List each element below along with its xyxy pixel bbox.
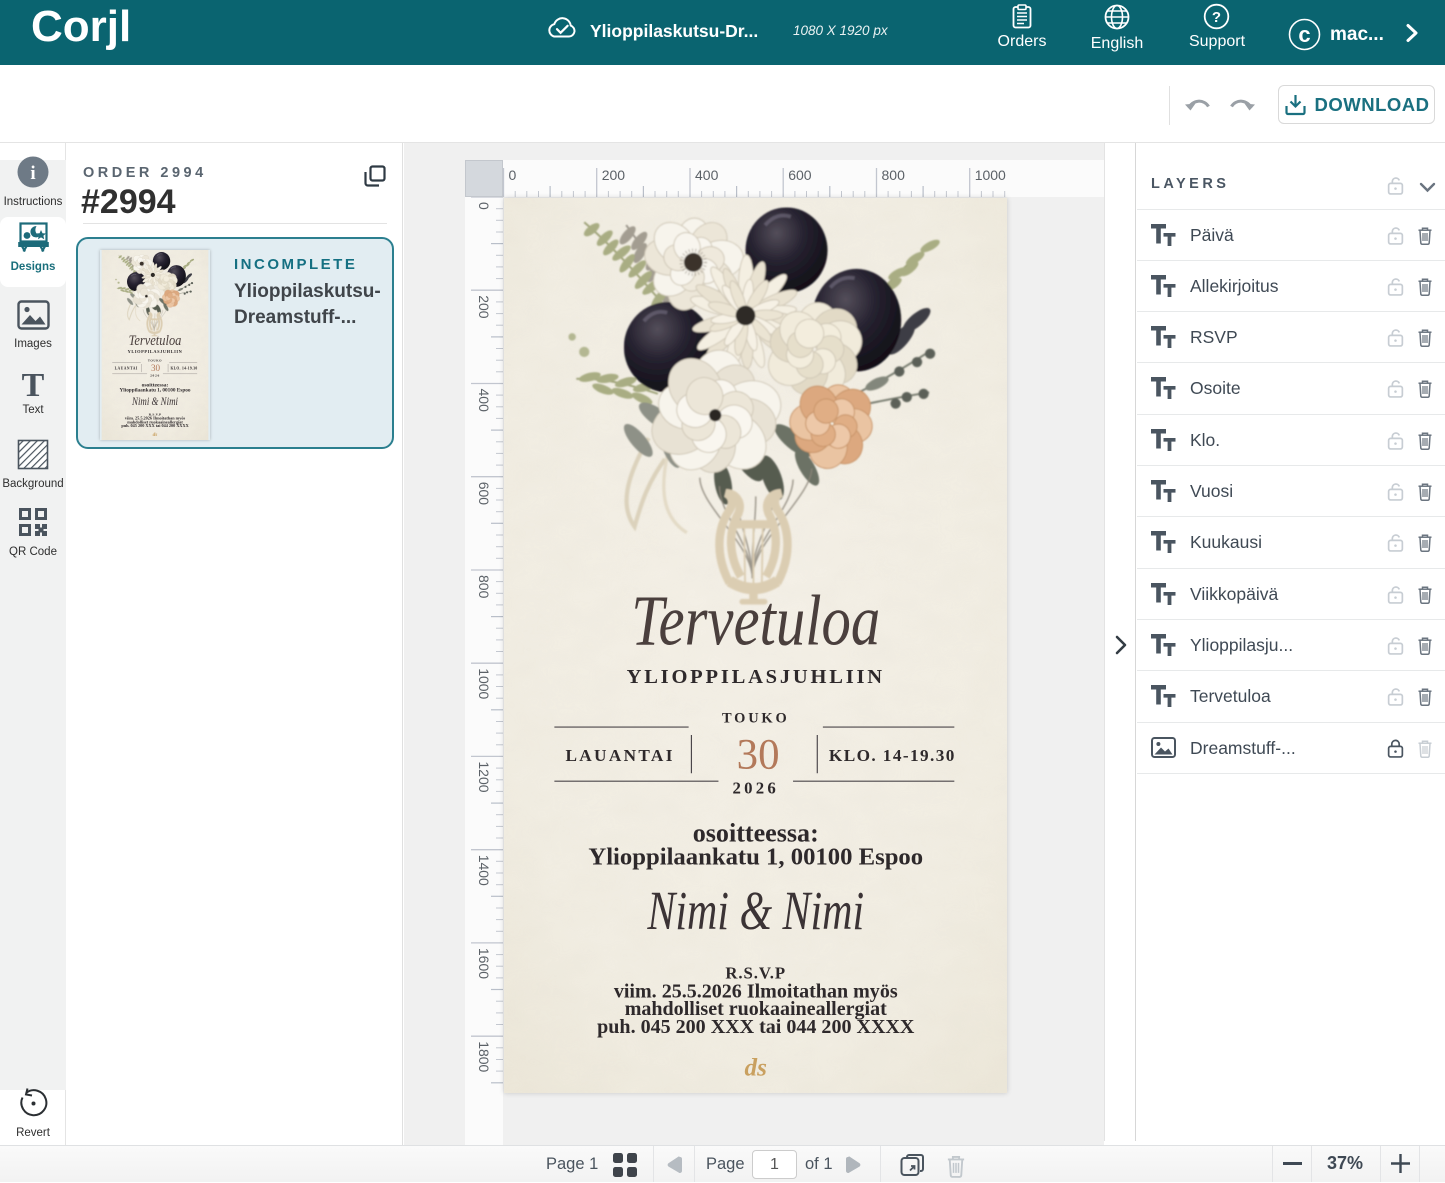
svg-text:600: 600 <box>476 482 492 506</box>
svg-text:1000: 1000 <box>476 668 492 699</box>
svg-text:200: 200 <box>602 167 626 183</box>
svg-text:0: 0 <box>509 167 517 183</box>
svg-text:1800: 1800 <box>476 1041 492 1072</box>
svg-text:1600: 1600 <box>476 948 492 979</box>
svg-text:1000: 1000 <box>975 167 1006 183</box>
svg-text:i: i <box>30 163 35 184</box>
svg-text:200: 200 <box>476 295 492 319</box>
svg-text:600: 600 <box>788 167 812 183</box>
svg-text:c: c <box>1298 22 1310 47</box>
svg-text:400: 400 <box>695 167 719 183</box>
svg-text:?: ? <box>1212 9 1221 26</box>
svg-text:0: 0 <box>476 202 492 210</box>
svg-text:800: 800 <box>476 575 492 599</box>
svg-text:800: 800 <box>882 167 906 183</box>
svg-text:400: 400 <box>476 389 492 413</box>
svg-text:1200: 1200 <box>476 761 492 792</box>
svg-text:1400: 1400 <box>476 855 492 886</box>
